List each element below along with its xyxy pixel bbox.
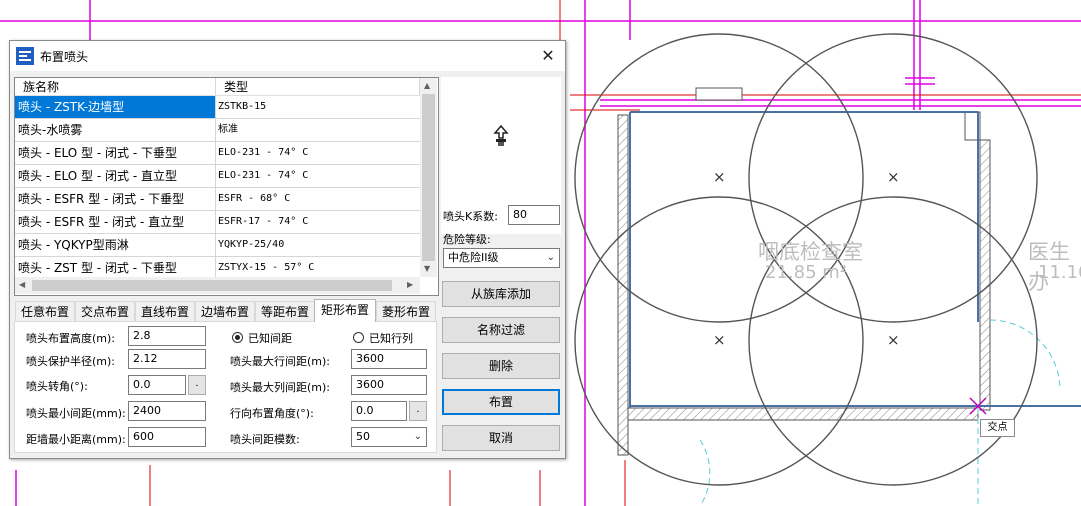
- type-cell: ELO-231 - 74° C: [218, 170, 309, 181]
- row-angle-label: 行向布置角度(°):: [230, 407, 314, 420]
- scroll-down-icon[interactable]: ▼: [424, 264, 430, 273]
- hazard-level-select[interactable]: 中危险II级 ⌄: [443, 248, 560, 268]
- cancel-button[interactable]: 取消: [442, 425, 560, 451]
- min-spacing-input[interactable]: 2400: [128, 401, 206, 421]
- min-spacing-label: 喷头最小间距(mm):: [26, 407, 126, 420]
- type-cell: ZSTYX-15 - 57° C: [218, 262, 315, 273]
- max-row-spacing-input[interactable]: 3600: [351, 349, 427, 369]
- sprinkler-marker-3: ×: [713, 331, 726, 349]
- type-cell: ZSTKB-15: [218, 101, 267, 112]
- modulus-value: 50: [356, 430, 370, 443]
- wall-distance-input[interactable]: 600: [128, 427, 206, 447]
- family-name-cell: 喷头 - ESFR 型 - 闭式 - 直立型: [15, 211, 216, 233]
- place-sprinkler-dialog: 布置喷头 ✕ 族名称 类型 喷头 - ZSTK-边墙型 ZSTKB-15 喷头-水喷…: [9, 40, 566, 459]
- close-icon[interactable]: ✕: [537, 45, 559, 67]
- family-name-cell: 喷头 - ZST 型 - 闭式 - 下垂型: [15, 257, 216, 279]
- k-factor-label: 喷头K系数:: [443, 210, 498, 223]
- radius-label: 喷头保护半径(m):: [26, 355, 116, 368]
- row-angle-pick-button[interactable]: .: [409, 401, 427, 421]
- table-row[interactable]: 喷头 - YQKYP型雨淋 YQKYP-25/40: [15, 234, 420, 257]
- column-header-family-name[interactable]: 族名称: [15, 78, 216, 96]
- k-factor-input[interactable]: 80: [508, 205, 560, 225]
- family-name-cell: 喷头 - ZSTK-边墙型: [15, 96, 216, 118]
- horizontal-scroll-thumb[interactable]: [32, 280, 392, 291]
- sprinkler-marker-2: ×: [887, 168, 900, 186]
- tab-equal-spacing-layout[interactable]: 等距布置: [255, 301, 315, 321]
- sprinkler-head-icon: [493, 125, 509, 146]
- layout-button[interactable]: 布置: [442, 389, 560, 415]
- tab-diamond-layout[interactable]: 菱形布置: [376, 301, 436, 321]
- max-col-spacing-label: 喷头最大列间距(m):: [230, 381, 331, 394]
- app-logo-icon: [16, 47, 34, 65]
- max-col-spacing-input[interactable]: 3600: [351, 375, 427, 395]
- rotation-label: 喷头转角(°):: [26, 380, 88, 393]
- add-from-library-button[interactable]: 从族库添加: [442, 281, 560, 307]
- modulus-label: 喷头间距模数:: [230, 433, 300, 446]
- sprinkler-marker-4: ×: [887, 331, 900, 349]
- delete-button[interactable]: 删除: [442, 353, 560, 379]
- family-name-cell: 喷头 - ELO 型 - 闭式 - 直立型: [15, 165, 216, 187]
- rotation-pick-button[interactable]: .: [188, 375, 206, 395]
- max-row-spacing-label: 喷头最大行间距(m):: [230, 355, 331, 368]
- type-cell: ELO-231 - 74° C: [218, 147, 309, 158]
- tab-side-wall-layout[interactable]: 边墙布置: [195, 301, 255, 321]
- vertical-scrollbar[interactable]: ▲ ▼: [420, 78, 437, 277]
- sprinkler-family-table[interactable]: 族名称 类型 喷头 - ZSTK-边墙型 ZSTKB-15 喷头-水喷雾 标准 喷头 -…: [14, 77, 439, 296]
- table-row[interactable]: 喷头 - ESFR 型 - 闭式 - 直立型 ESFR-17 - 74° C: [15, 211, 420, 234]
- radio-known-spacing-label[interactable]: 已知间距: [248, 330, 292, 346]
- radio-known-spacing[interactable]: [232, 332, 243, 343]
- rotation-input[interactable]: 0.0: [128, 375, 186, 395]
- scroll-left-icon[interactable]: ◀: [19, 280, 25, 289]
- type-cell: ESFR-17 - 74° C: [218, 216, 309, 227]
- table-row[interactable]: 喷头 - ELO 型 - 闭式 - 直立型 ELO-231 - 74° C: [15, 165, 420, 188]
- table-row[interactable]: 喷头 - ZSTK-边墙型 ZSTKB-15: [15, 96, 420, 119]
- hazard-level-value: 中危险II级: [448, 251, 499, 264]
- scroll-right-icon[interactable]: ▶: [407, 280, 413, 289]
- horizontal-scrollbar[interactable]: ◀ ▶: [15, 277, 420, 294]
- chevron-down-icon: ⌄: [546, 252, 555, 263]
- chevron-down-icon: ⌄: [413, 431, 422, 442]
- family-name-cell: 喷头 - ESFR 型 - 闭式 - 下垂型: [15, 188, 216, 210]
- snap-tooltip: 交点: [980, 419, 1015, 437]
- family-name-cell: 喷头-水喷雾: [15, 119, 216, 141]
- scroll-up-icon[interactable]: ▲: [424, 81, 430, 90]
- radio-known-rows-label[interactable]: 已知行列: [369, 330, 413, 346]
- sprinkler-marker-1: ×: [713, 168, 726, 186]
- tab-intersection-layout[interactable]: 交点布置: [75, 301, 135, 321]
- room-area-1: 21.85 m²: [765, 262, 848, 283]
- radio-known-rows[interactable]: [353, 332, 364, 343]
- type-cell: ESFR - 68° C: [218, 193, 291, 204]
- type-cell: 标准: [218, 124, 238, 135]
- height-label: 喷头布置高度(m):: [26, 332, 116, 345]
- tab-free-layout[interactable]: 任意布置: [15, 301, 75, 321]
- column-header-type[interactable]: 类型: [216, 78, 420, 96]
- dialog-titlebar[interactable]: 布置喷头 ✕: [10, 41, 565, 71]
- vertical-scroll-thumb[interactable]: [422, 94, 435, 261]
- wall-distance-label: 距墙最小距离(mm):: [26, 433, 126, 446]
- table-row[interactable]: 喷头-水喷雾 标准: [15, 119, 420, 142]
- table-row[interactable]: 喷头 - ELO 型 - 闭式 - 下垂型 ELO-231 - 74° C: [15, 142, 420, 165]
- room-area-2: 11.10: [1038, 262, 1081, 283]
- height-input[interactable]: 2.8: [128, 326, 206, 346]
- radius-input[interactable]: 2.12: [128, 349, 206, 369]
- radio-dot: [235, 335, 240, 340]
- dialog-title: 布置喷头: [40, 50, 89, 64]
- hazard-level-label: 危险等级:: [443, 233, 491, 246]
- family-name-cell: 喷头 - ELO 型 - 闭式 - 下垂型: [15, 142, 216, 164]
- name-filter-button[interactable]: 名称过滤: [442, 317, 560, 343]
- tab-rectangle-layout[interactable]: 矩形布置: [314, 299, 376, 322]
- table-row[interactable]: 喷头 - ESFR 型 - 闭式 - 下垂型 ESFR - 68° C: [15, 188, 420, 211]
- family-name-cell: 喷头 - YQKYP型雨淋: [15, 234, 216, 256]
- row-angle-input[interactable]: 0.0: [351, 401, 407, 421]
- type-cell: YQKYP-25/40: [218, 239, 285, 250]
- tab-line-layout[interactable]: 直线布置: [135, 301, 195, 321]
- modulus-select[interactable]: 50 ⌄: [351, 427, 427, 447]
